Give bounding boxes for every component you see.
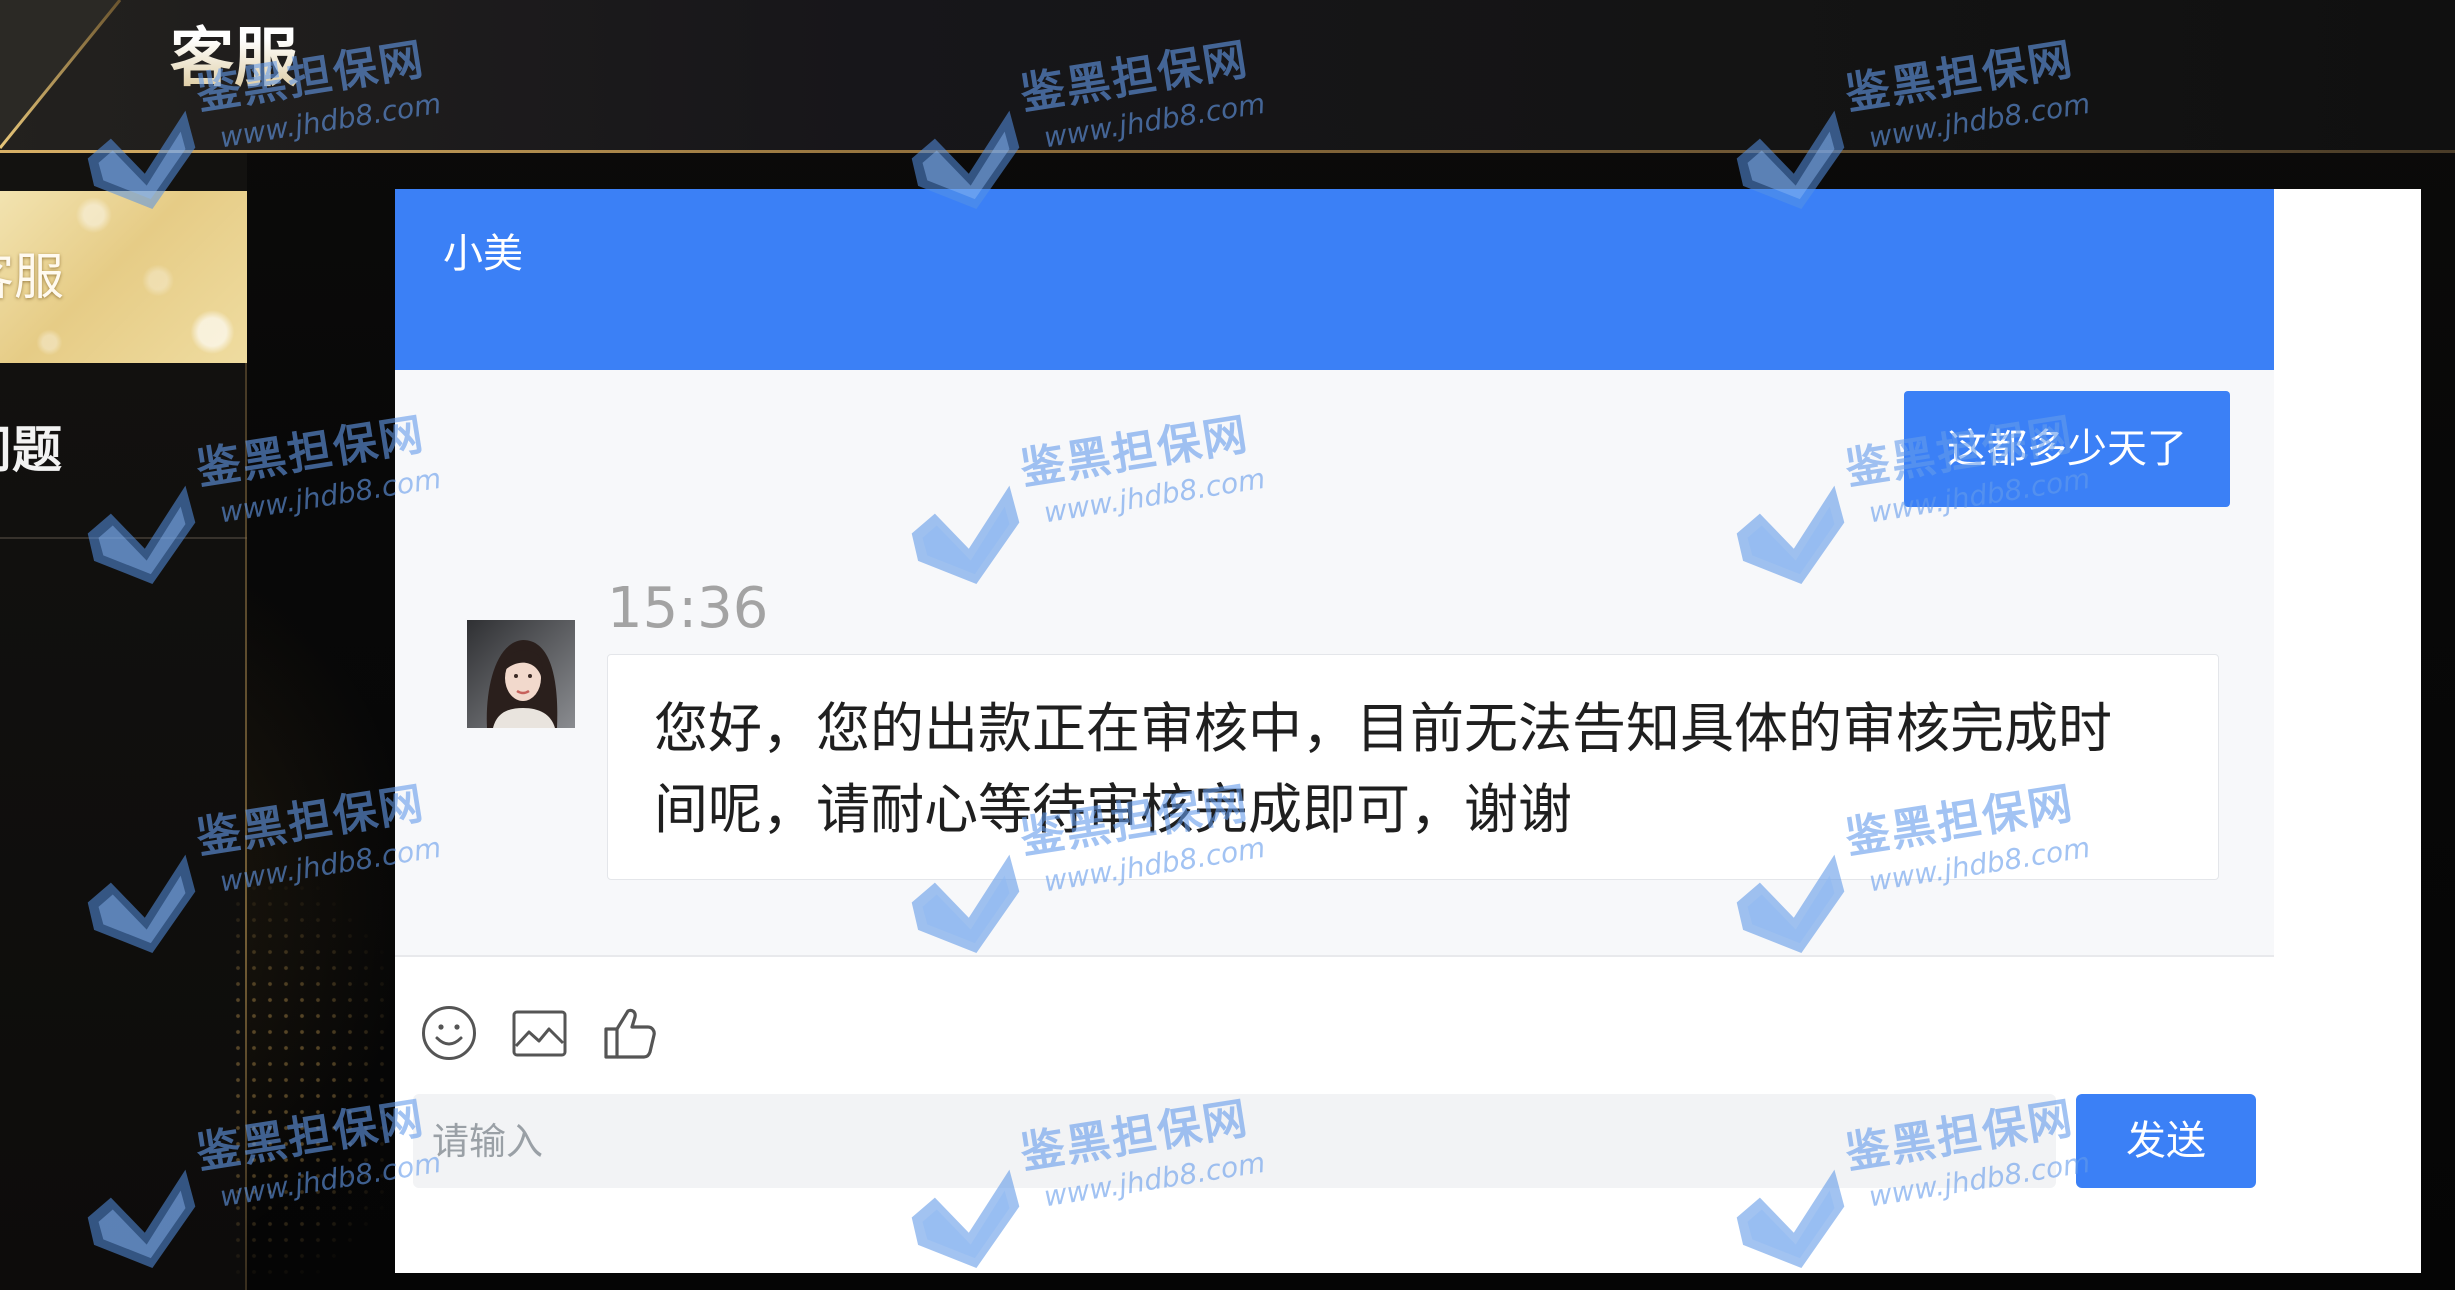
sidebar-item-label: 客服 [0,248,64,306]
page-title: 客服 [170,18,298,100]
message-input[interactable] [413,1094,2056,1188]
outgoing-message: 这都多少天了 [1904,391,2230,507]
composer-divider [395,955,2274,957]
top-bar-divider [0,150,2455,153]
chat-header: 小美 [395,189,2274,370]
sidebar-item-questions[interactable]: 问题 [0,363,247,537]
sidebar-divider [0,537,247,539]
top-bar [0,0,2455,150]
incoming-message-text: 您好，您的出款正在审核中，目前无法告知具体的审核完成时间呢，请耐心等待审核完成即… [654,697,2112,841]
emoji-icon[interactable] [421,1005,477,1061]
message-list[interactable]: 这都多少天了 15:36 您好，您的出款正在审核中，目前无法告知具体的审核完成时… [395,370,2274,955]
message-timestamp: 15:36 [607,576,769,641]
send-button[interactable]: 发送 [2076,1094,2256,1188]
sidebar: 客服 问题 [0,153,247,1290]
incoming-message: 您好，您的出款正在审核中，目前无法告知具体的审核完成时间呢，请耐心等待审核完成即… [607,654,2219,880]
image-icon[interactable] [512,1010,567,1057]
sidebar-item-label: 问题 [0,421,62,479]
agent-name: 小美 [443,231,523,277]
chat-window: 小美 这都多少天了 15:36 您好，您的出款正在审核中，目前无法告知具体的审核… [395,189,2421,1273]
decorative-particles [230,880,410,1280]
thumbs-up-icon[interactable] [601,1005,658,1062]
agent-avatar [467,620,575,728]
app-window: 客服 客服 问题 小美 这都多少天了 15:36 [0,0,2455,1290]
sidebar-item-customer-service[interactable]: 客服 [0,191,247,363]
